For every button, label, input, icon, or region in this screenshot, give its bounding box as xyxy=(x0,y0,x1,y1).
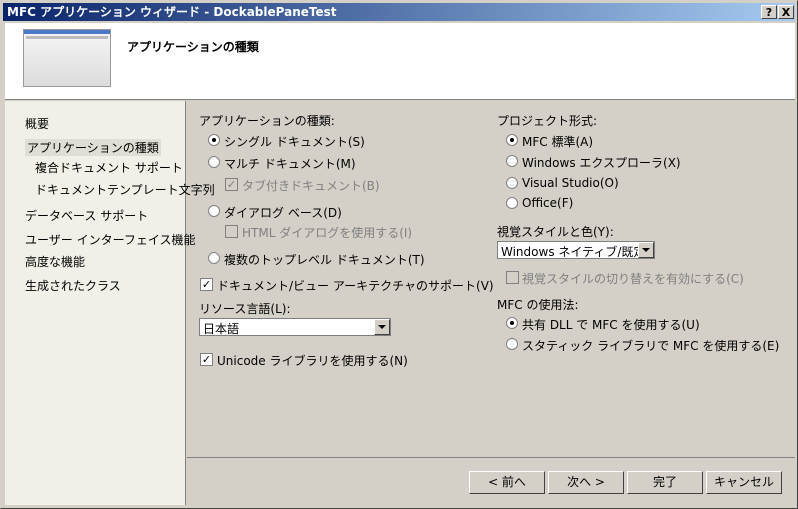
sidebar-item-ui-features[interactable]: ユーザー インターフェイス機能 xyxy=(25,231,196,248)
office-radio[interactable] xyxy=(506,197,518,209)
shared-dll-label[interactable]: 共有 DLL で MFC を使用する(U) xyxy=(522,316,700,333)
html-dialog-label[interactable]: HTML ダイアログを使用する(I) xyxy=(242,224,412,241)
sidebar-item-advanced-features[interactable]: 高度な機能 xyxy=(25,253,85,270)
multiple-toplevel-label[interactable]: 複数のトップレベル ドキュメント(T) xyxy=(224,251,425,268)
window-title: MFC アプリケーション ウィザード - DockablePaneTest xyxy=(7,5,337,19)
app-type-label: アプリケーションの種類: xyxy=(199,114,335,128)
style-switch-checkbox[interactable] xyxy=(506,271,519,284)
html-dialog-checkbox[interactable] xyxy=(225,225,238,238)
mfc-standard-radio[interactable] xyxy=(506,134,518,146)
multiple-documents-radio[interactable] xyxy=(208,156,220,168)
visual-style-value: Windows ネイティブ/既定 xyxy=(501,245,646,259)
wizard-header: アプリケーションの種類 xyxy=(5,23,795,100)
dialog-based-radio[interactable] xyxy=(208,205,220,217)
wizard-sidebar: 概要 アプリケーションの種類 複合ドキュメント サポート ドキュメントテンプレー… xyxy=(5,101,215,505)
static-library-radio[interactable] xyxy=(506,338,518,350)
tabbed-documents-checkbox[interactable]: ✓ xyxy=(225,178,238,191)
project-style-label: プロジェクト形式: xyxy=(497,114,598,128)
app-preview-image xyxy=(23,29,111,87)
style-switch-label[interactable]: 視覚スタイルの切り替えを有効にする(C) xyxy=(522,270,744,287)
resource-language-dropdown[interactable]: 日本語 xyxy=(199,318,391,336)
sidebar-item-database-support[interactable]: データベース サポート xyxy=(25,207,148,224)
page-title: アプリケーションの種類 xyxy=(127,40,259,54)
office-label[interactable]: Office(F) xyxy=(522,196,573,210)
static-library-label[interactable]: スタティック ライブラリで MFC を使用する(E) xyxy=(522,337,779,354)
preview-toolbar xyxy=(26,36,108,39)
windows-explorer-radio[interactable] xyxy=(506,155,518,167)
wizard-window: MFC アプリケーション ウィザード - DockablePaneTest ? … xyxy=(0,0,798,509)
sidebar-item-generated-classes[interactable]: 生成されたクラス xyxy=(25,277,121,294)
dialog-based-label[interactable]: ダイアログ ベース(D) xyxy=(224,204,342,221)
unicode-label[interactable]: Unicode ライブラリを使用する(N) xyxy=(217,352,408,369)
close-button[interactable]: X xyxy=(778,5,794,19)
sidebar-item-compound-document[interactable]: 複合ドキュメント サポート xyxy=(35,159,183,176)
docview-label[interactable]: ドキュメント/ビュー アーキテクチャのサポート(V) xyxy=(217,277,494,294)
single-document-label[interactable]: シングル ドキュメント(S) xyxy=(224,133,365,150)
sidebar-item-application-type[interactable]: アプリケーションの種類 xyxy=(25,139,161,156)
visual-style-dropdown[interactable]: Windows ネイティブ/既定 xyxy=(497,241,655,259)
options-panel: アプリケーションの種類: シングル ドキュメント(S) マルチ ドキュメント(M… xyxy=(187,101,795,457)
finish-button[interactable]: 完了 xyxy=(627,471,703,494)
multiple-documents-label[interactable]: マルチ ドキュメント(M) xyxy=(224,155,356,172)
visual-studio-label[interactable]: Visual Studio(O) xyxy=(522,176,619,190)
resource-language-label: リソース言語(L): xyxy=(199,302,291,316)
unicode-checkbox[interactable]: ✓ xyxy=(200,353,213,366)
shared-dll-radio[interactable] xyxy=(506,317,518,329)
next-button[interactable]: 次へ > xyxy=(548,471,624,494)
help-button[interactable]: ? xyxy=(761,5,777,19)
visual-studio-radio[interactable] xyxy=(506,177,518,189)
windows-explorer-label[interactable]: Windows エクスプローラ(X) xyxy=(522,154,681,171)
single-document-radio[interactable] xyxy=(208,134,220,146)
sidebar-item-overview[interactable]: 概要 xyxy=(25,115,49,132)
chevron-down-icon[interactable] xyxy=(638,242,654,258)
docview-checkbox[interactable]: ✓ xyxy=(200,278,213,291)
tabbed-documents-label[interactable]: タブ付きドキュメント(B) xyxy=(242,177,380,194)
wizard-footer: < 前へ 次へ > 完了 キャンセル xyxy=(187,457,795,506)
mfc-standard-label[interactable]: MFC 標準(A) xyxy=(522,133,593,150)
title-bar[interactable]: MFC アプリケーション ウィザード - DockablePaneTest ? … xyxy=(3,3,795,21)
back-button[interactable]: < 前へ xyxy=(469,471,545,494)
visual-style-label: 視覚スタイルと色(Y): xyxy=(497,225,614,239)
mfc-use-label: MFC の使用法: xyxy=(497,298,579,312)
resource-language-value: 日本語 xyxy=(203,322,240,336)
multiple-toplevel-radio[interactable] xyxy=(208,252,220,264)
chevron-down-icon[interactable] xyxy=(374,319,390,335)
cancel-button[interactable]: キャンセル xyxy=(706,471,782,494)
preview-titlebar xyxy=(24,30,110,34)
